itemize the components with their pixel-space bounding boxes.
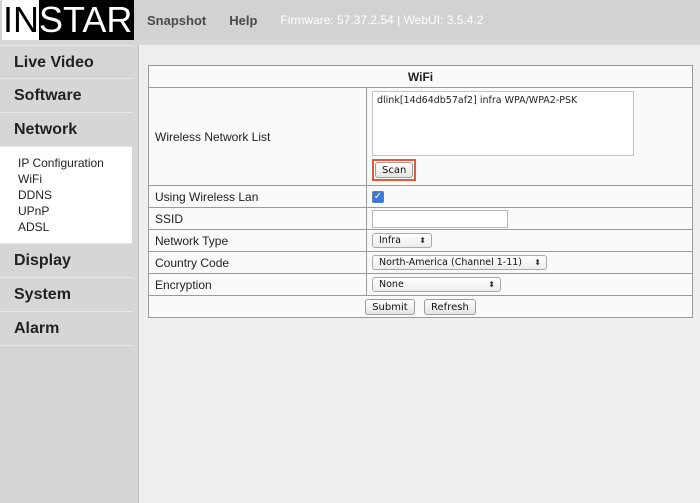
up-down-chevron-icon: ⬍ [534, 258, 541, 268]
encryption-label: Encryption [148, 273, 367, 296]
firmware-info: Firmware: 57.37.2.54 | WebUI: 3.5.4.2 [280, 13, 484, 27]
network-type-value: Infra [379, 235, 401, 247]
top-nav: Snapshot Help Firmware: 57.37.2.54 | Web… [147, 10, 483, 30]
network-list-cell: dlink[14d64db57af2] infra WPA/WPA2-PSK S… [366, 87, 693, 186]
using-wireless-label: Using Wireless Lan [148, 185, 367, 208]
country-code-select[interactable]: North-America (Channel 1-11) ⬍ [372, 255, 547, 271]
submenu-ip-configuration[interactable]: IP Configuration [18, 155, 132, 171]
top-bar: IN STAR Snapshot Help Firmware: 57.37.2.… [0, 0, 700, 40]
submenu-upnp[interactable]: UPnP [18, 203, 132, 219]
nav-snapshot[interactable]: Snapshot [147, 13, 206, 28]
submenu-wifi[interactable]: WiFi [18, 171, 132, 187]
ssid-input[interactable] [372, 209, 508, 228]
instar-logo[interactable]: IN STAR [2, 0, 135, 40]
network-type-label: Network Type [148, 229, 367, 252]
network-list-label: Wireless Network List [148, 87, 367, 186]
nav-help[interactable]: Help [229, 13, 257, 28]
network-type-select[interactable]: Infra ⬍ [372, 233, 432, 249]
sidebar-item-system[interactable]: System [0, 278, 132, 312]
wireless-network-list[interactable]: dlink[14d64db57af2] infra WPA/WPA2-PSK [372, 91, 634, 156]
up-down-chevron-icon: ⬍ [488, 280, 495, 290]
ssid-label: SSID [148, 207, 367, 230]
encryption-select[interactable]: None ⬍ [372, 277, 501, 293]
logo-part-in: IN [2, 0, 39, 40]
sidebar: Live Video Software Network IP Configura… [0, 45, 132, 503]
sidebar-item-software[interactable]: Software [0, 79, 132, 113]
sidebar-item-alarm[interactable]: Alarm [0, 312, 132, 346]
form-actions: Submit Refresh [148, 295, 693, 318]
submenu-ddns[interactable]: DDNS [18, 187, 132, 203]
main-panel: WiFi Wireless Network List dlink[14d64db… [138, 45, 700, 503]
scan-button[interactable]: Scan [375, 162, 414, 178]
country-code-value: North-America (Channel 1-11) [379, 257, 522, 269]
submenu-adsl[interactable]: ADSL [18, 219, 132, 235]
sidebar-item-network[interactable]: Network [0, 113, 132, 147]
encryption-value: None [379, 279, 404, 291]
logo-part-star: STAR [39, 0, 135, 40]
network-submenu: IP Configuration WiFi DDNS UPnP ADSL [0, 147, 132, 244]
country-code-label: Country Code [148, 251, 367, 274]
checkmark-icon: ✓ [373, 191, 383, 203]
network-list-entry[interactable]: dlink[14d64db57af2] infra WPA/WPA2-PSK [377, 95, 629, 106]
wifi-settings-table: WiFi Wireless Network List dlink[14d64db… [148, 65, 693, 318]
using-wireless-checkbox[interactable]: ✓ [372, 191, 384, 204]
submit-button[interactable]: Submit [365, 298, 415, 315]
sidebar-item-live-video[interactable]: Live Video [0, 45, 132, 79]
wifi-title: WiFi [148, 65, 693, 88]
sidebar-item-display[interactable]: Display [0, 244, 132, 278]
refresh-button[interactable]: Refresh [424, 298, 476, 315]
scan-highlight: Scan [372, 159, 417, 181]
up-down-chevron-icon: ⬍ [419, 236, 426, 246]
